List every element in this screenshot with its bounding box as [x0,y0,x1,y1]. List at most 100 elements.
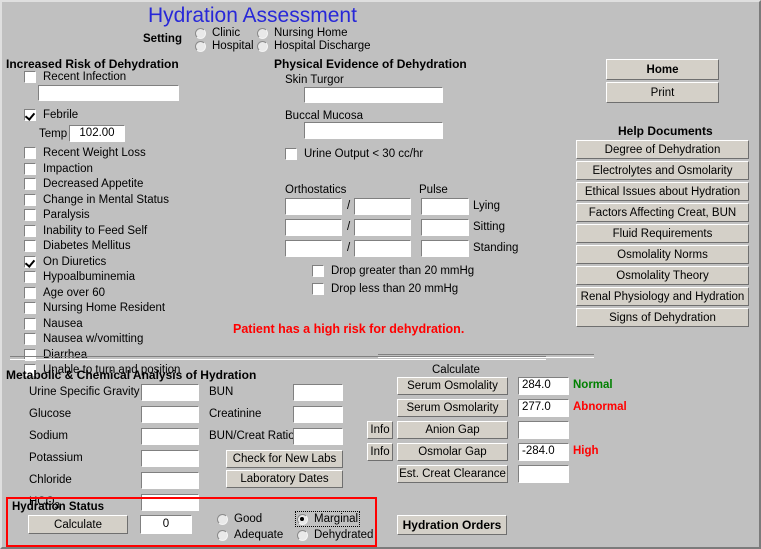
help-button-ethical-issues-about-hydration[interactable]: Ethical Issues about Hydration [576,182,749,201]
help-button-factors-affecting-creat-bun[interactable]: Factors Affecting Creat, BUN [576,203,749,222]
checkbox-drop-less[interactable]: Drop less than 20 mmHg [312,283,458,295]
calculate-button-anion-gap[interactable]: Anion Gap [397,421,508,439]
checkbox-indicator [24,286,36,299]
position-label-sitting: Sitting [473,221,505,233]
recent-infection-input[interactable] [38,85,179,101]
checkbox-indicator [24,271,36,283]
status-radio-dehydrated[interactable]: Dehydrated [297,529,373,541]
orthostatic-systolic-standing[interactable] [285,240,342,257]
metabolic-input-potassium[interactable] [141,450,199,467]
checkbox-change-in-mental-status[interactable]: Change in Mental Status [24,193,169,206]
checkbox-label: Urine Output < 30 cc/hr [304,148,424,160]
help-button-osmolality-theory[interactable]: Osmolality Theory [576,266,749,285]
metabolic-input-bun-creat-ratio[interactable] [293,428,343,445]
print-button[interactable]: Print [606,82,719,103]
temp-label: Temp [39,128,68,140]
checkbox-nausea[interactable]: Nausea [24,317,83,330]
checkbox-inability-to-feed-self[interactable]: Inability to Feed Self [24,224,147,237]
status-radio-good[interactable]: Good [217,513,262,525]
skin-turgor-input[interactable] [304,87,443,103]
calculate-status-osmolar-gap: High [573,445,599,457]
checkbox-label: Diabetes Mellitus [43,240,131,252]
checkbox-indicator [24,147,36,159]
radio-label: Clinic [212,27,241,39]
metabolic-input-urine-specific-gravity[interactable] [141,384,199,401]
buccal-mucosa-input[interactable] [304,122,443,139]
orthostatic-systolic-lying[interactable] [285,198,342,215]
calculate-button-osmolar-gap[interactable]: Osmolar Gap [397,443,508,461]
checkbox-urine-output[interactable]: Urine Output < 30 cc/hr [285,148,423,160]
setting-radio-hospital-discharge[interactable]: Hospital Discharge [257,40,371,52]
info-button-anion-gap[interactable]: Info [367,421,393,439]
checkbox-label: On Diuretics [43,255,107,268]
setting-radio-nursing-home[interactable]: Nursing Home [257,27,348,39]
help-button-fluid-requirements[interactable]: Fluid Requirements [576,224,749,243]
checkbox-nausea-w-vomitting[interactable]: Nausea w/vomitting [24,333,143,345]
metabolic-label-creatinine: Creatinine [209,408,262,420]
help-button-degree-of-dehydration[interactable]: Degree of Dehydration [576,140,749,159]
help-button-signs-of-dehydration[interactable]: Signs of Dehydration [576,308,749,327]
calculate-value-osmolar-gap[interactable]: -284.0 [518,443,569,461]
help-button-renal-physiology-and-hydration[interactable]: Renal Physiology and Hydration [576,287,749,306]
metabolic-input-glucose[interactable] [141,406,199,423]
orthostatic-diastolic-standing[interactable] [354,240,411,257]
checkbox-diabetes-mellitus[interactable]: Diabetes Mellitus [24,240,131,252]
orthostatic-systolic-sitting[interactable] [285,219,342,236]
orthostatic-separator: / [347,200,351,212]
radio-indicator [195,40,206,52]
calculate-button-serum-osmolarity[interactable]: Serum Osmolarity [397,399,508,417]
checkbox-nursing-home-resident[interactable]: Nursing Home Resident [24,302,165,314]
hydration-calculate-button[interactable]: Calculate [28,515,128,534]
radio-indicator [257,27,268,39]
pulse-label: Pulse [419,184,448,196]
checkbox-hypoalbuminemia[interactable]: Hypoalbuminemia [24,271,135,283]
metabolic-input-sodium[interactable] [141,428,199,445]
checkbox-indicator [312,283,324,295]
radio-indicator [217,513,228,525]
status-radio-adequate[interactable]: Adequate [217,529,283,541]
checkbox-label: Nursing Home Resident [43,302,166,314]
checkbox-indicator [24,240,36,252]
calculate-button-serum-osmolality[interactable]: Serum Osmolality [397,377,508,395]
checkbox-impaction[interactable]: Impaction [24,162,93,175]
laboratory-dates-button[interactable]: Laboratory Dates [226,470,343,488]
temp-input[interactable]: 102.00 [69,125,125,142]
setting-radio-clinic[interactable]: Clinic [195,27,240,39]
checkbox-indicator [24,302,36,314]
checkbox-indicator [285,148,297,160]
pulse-input-sitting[interactable] [421,219,469,236]
home-button[interactable]: Home [606,59,719,80]
metabolic-label-bun-creat-ratio: BUN/Creat Ratio [209,430,295,442]
orthostatic-diastolic-lying[interactable] [354,198,411,215]
pulse-input-lying[interactable] [421,198,469,215]
hydration-orders-button[interactable]: Hydration Orders [397,515,507,535]
status-radio-marginal[interactable]: Marginal [294,511,361,527]
calculate-button-est-creat-clearance[interactable]: Est. Creat Clearance [397,465,508,483]
hydration-score-input[interactable]: 0 [140,515,192,534]
checkbox-decreased-appetite[interactable]: Decreased Appetite [24,178,143,190]
pulse-input-standing[interactable] [421,240,469,257]
checkbox-on-diuretics[interactable]: On Diuretics [24,255,107,268]
checkbox-recent-infection[interactable]: Recent Infection [24,71,126,83]
orthostatic-diastolic-sitting[interactable] [354,219,411,236]
checkbox-label: Change in Mental Status [43,193,169,206]
metabolic-input-creatinine[interactable] [293,406,343,423]
metabolic-input-chloride[interactable] [141,472,199,489]
help-button-electrolytes-and-osmolarity[interactable]: Electrolytes and Osmolarity [576,161,749,180]
checkbox-febrile[interactable]: Febrile [24,109,78,121]
checkbox-paralysis[interactable]: Paralysis [24,209,90,221]
help-button-osmolality-norms[interactable]: Osmolality Norms [576,245,749,264]
checkbox-indicator [24,109,36,121]
calculate-value-est-creat-clearance[interactable] [518,465,569,483]
checkbox-drop-greater[interactable]: Drop greater than 20 mmHg [312,265,474,277]
checkbox-indicator [24,71,36,83]
metabolic-input-bun[interactable] [293,384,343,401]
setting-radio-hospital[interactable]: Hospital [195,40,254,52]
checkbox-recent-weight-loss[interactable]: Recent Weight Loss [24,147,146,159]
calculate-value-serum-osmolarity[interactable]: 277.0 [518,399,569,417]
calculate-value-anion-gap[interactable] [518,421,569,439]
calculate-value-serum-osmolality[interactable]: 284.0 [518,377,569,395]
info-button-osmolar-gap[interactable]: Info [367,443,393,461]
checkbox-age-over-60[interactable]: Age over 60 [24,286,105,299]
check-new-labs-button[interactable]: Check for New Labs [226,450,343,468]
